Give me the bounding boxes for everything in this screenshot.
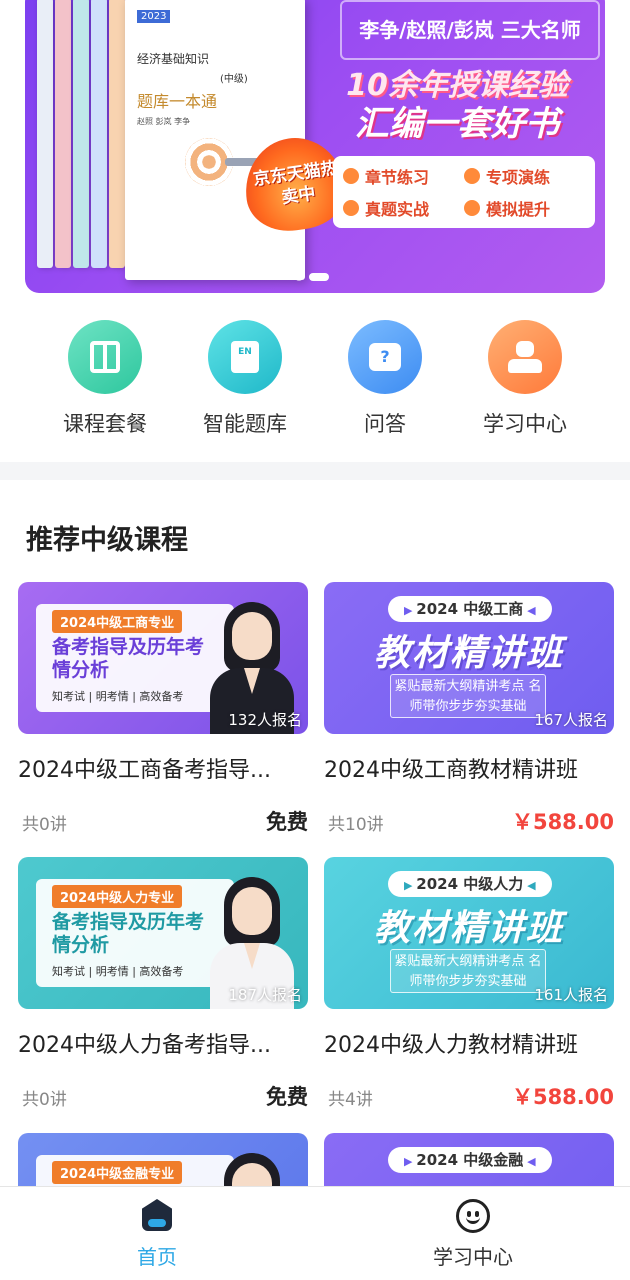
thumb-pill: 2024 中级人力 (388, 871, 552, 897)
nav-label: 问答 (364, 412, 406, 436)
thumb-tag: 2024中级人力专业 (52, 885, 183, 908)
thumb-subtitle: 紧贴最新大纲精讲考点 名师带你步步夯实基础 (390, 949, 546, 993)
tab-home[interactable]: 首页 (97, 1199, 217, 1270)
course-title[interactable]: 2024中级工商教材精讲班 (324, 752, 614, 784)
lesson-count: 共10讲 (328, 815, 384, 835)
nav-label: 学习中心 (483, 412, 567, 436)
enrolled-count: 187人报名 (228, 986, 302, 1004)
banner-carousel[interactable]: 2023 经济基础知识 (中级) 题库一本通 赵照 彭岚 李争 京东天猫热卖中 … (0, 0, 630, 310)
book-year: 2023 (137, 10, 171, 23)
course-price: 免费 (266, 1085, 308, 1109)
course-title[interactable]: 2024中级人力备考指导... (18, 1027, 308, 1059)
thumb-pill: 2024 中级金融 (388, 1147, 552, 1173)
thumb-panel: 2024中级人力专业 备考指导及历年考情分析 知考试 | 明考情 | 高效备考 (36, 879, 234, 987)
quick-nav: 课程套餐 EN 智能题库 ? 问答 学习中心 (0, 310, 630, 460)
course-price: 免费 (266, 810, 308, 834)
thumb-headline: 备考指导及历年考情分析 (52, 911, 205, 956)
banner-slogan-2: 汇编一套好书 (355, 104, 559, 144)
book-icon (68, 320, 142, 394)
course-card[interactable]: 2024中级工商专业 备考指导及历年考情分析 知考试 | 明考情 | 高效备考 … (18, 582, 308, 835)
thumb-subtitle: 紧贴最新大纲精讲考点 名师带你步步夯实基础 (390, 674, 546, 718)
course-thumbnail[interactable]: 2024 中级人力 教材精讲班 紧贴最新大纲精讲考点 名师带你步步夯实基础 16… (324, 857, 614, 1009)
course-thumbnail[interactable]: 2024 中级工商 教材精讲班 紧贴最新大纲精讲考点 名师带你步步夯实基础 16… (324, 582, 614, 734)
enrolled-count: 167人报名 (534, 711, 608, 729)
nav-learning-center[interactable]: 学习中心 (455, 320, 595, 438)
banner-features: 章节练习 专项演练 真题实战 模拟提升 (333, 156, 595, 228)
thumb-tag: 2024中级工商专业 (52, 610, 183, 633)
feature-label: 章节练习 (365, 168, 430, 187)
course-price: ￥588.00 (511, 1085, 614, 1109)
feature-item: 模拟提升 (464, 192, 585, 224)
feature-item: 专项演练 (464, 160, 585, 192)
feature-icon (464, 168, 480, 184)
enrolled-count: 161人报名 (534, 986, 608, 1004)
carousel-indicator (295, 273, 329, 281)
feature-icon (464, 200, 480, 216)
book-spine (109, 0, 125, 268)
lesson-count: 共4讲 (328, 1090, 373, 1110)
book-level: (中级) (220, 74, 248, 85)
book-title: 题库一本通 (137, 92, 218, 111)
lesson-count: 共0讲 (22, 815, 67, 835)
book-spine (37, 0, 53, 268)
lesson-count: 共0讲 (22, 1090, 67, 1110)
smile-icon (456, 1199, 490, 1233)
carousel-dot-active[interactable] (309, 273, 329, 281)
thumb-bigtitle: 教材精讲班 (373, 908, 564, 949)
nav-course-packages[interactable]: 课程套餐 (35, 320, 175, 438)
tab-learning-center[interactable]: 学习中心 (413, 1199, 533, 1270)
book-spine (91, 0, 107, 268)
banner-slide[interactable]: 2023 经济基础知识 (中级) 题库一本通 赵照 彭岚 李争 京东天猫热卖中 … (25, 0, 605, 293)
banner-teachers: 李争/赵照/彭岚 三大名师 (340, 0, 600, 60)
bottom-tab-bar: 首页 学习中心 (0, 1186, 630, 1280)
enrolled-count: 132人报名 (228, 711, 302, 729)
course-title[interactable]: 2024中级人力教材精讲班 (324, 1027, 614, 1059)
thumb-tag: 2024中级金融专业 (52, 1161, 183, 1184)
thumb-pill: 2024 中级工商 (388, 596, 552, 622)
nav-question-bank[interactable]: EN 智能题库 (175, 320, 315, 438)
feature-label: 专项演练 (486, 168, 551, 187)
thumb-tagline: 知考试 | 明考情 | 高效备考 (52, 965, 184, 978)
book-subject: 经济基础知识 (137, 52, 210, 66)
book-authors: 赵照 彭岚 李争 (137, 117, 191, 126)
user-icon (488, 320, 562, 394)
course-card[interactable]: 2024 中级工商 教材精讲班 紧贴最新大纲精讲考点 名师带你步步夯实基础 16… (324, 582, 614, 835)
thumb-panel: 2024中级工商专业 备考指导及历年考情分析 知考试 | 明考情 | 高效备考 (36, 604, 234, 712)
nav-label: 课程套餐 (63, 412, 147, 436)
feature-icon (343, 168, 359, 184)
course-card[interactable]: 2024中级人力专业 备考指导及历年考情分析 知考试 | 明考情 | 高效备考 … (18, 857, 308, 1110)
home-icon (140, 1199, 174, 1233)
section-divider (0, 462, 630, 480)
carousel-dot[interactable] (295, 273, 303, 281)
qa-icon: ? (348, 320, 422, 394)
feature-label: 模拟提升 (486, 200, 551, 219)
feature-label: 真题实战 (365, 200, 430, 219)
course-price: ￥588.00 (511, 810, 614, 834)
tab-label: 学习中心 (433, 1245, 513, 1269)
feature-item: 章节练习 (343, 160, 464, 192)
question-bank-icon: EN (208, 320, 282, 394)
course-title[interactable]: 2024中级工商备考指导... (18, 752, 308, 784)
thumb-bigtitle: 教材精讲班 (373, 633, 564, 674)
section-title: 推荐中级课程 (26, 525, 188, 556)
book-spine (55, 0, 71, 268)
thumb-headline: 备考指导及历年考情分析 (52, 636, 205, 681)
feature-item: 真题实战 (343, 192, 464, 224)
course-thumbnail[interactable]: 2024中级人力专业 备考指导及历年考情分析 知考试 | 明考情 | 高效备考 … (18, 857, 308, 1009)
course-thumbnail[interactable]: 2024中级工商专业 备考指导及历年考情分析 知考试 | 明考情 | 高效备考 … (18, 582, 308, 734)
book-spine (73, 0, 89, 268)
thumb-tagline: 知考试 | 明考情 | 高效备考 (52, 690, 184, 703)
course-card[interactable]: 2024 中级人力 教材精讲班 紧贴最新大纲精讲考点 名师带你步步夯实基础 16… (324, 857, 614, 1110)
feature-icon (343, 200, 359, 216)
nav-label: 智能题库 (203, 412, 287, 436)
tab-label: 首页 (137, 1245, 177, 1269)
nav-qa[interactable]: ? 问答 (315, 320, 455, 438)
